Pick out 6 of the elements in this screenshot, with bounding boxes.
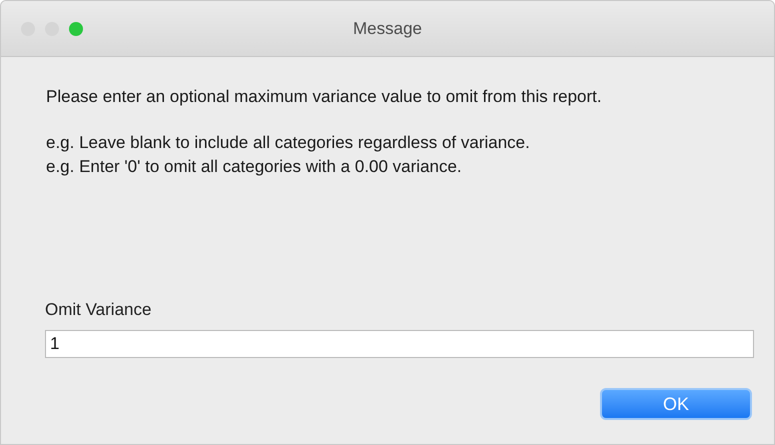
field-label: Omit Variance (45, 298, 152, 320)
window-control-icon[interactable] (69, 22, 83, 36)
message-text: Please enter an optional maximum variance value to omit from this report. (46, 86, 603, 108)
window-title: Message (353, 18, 422, 40)
input-field[interactable]: 1 (45, 330, 754, 358)
message-text: e.g. Leave blank to include all categories regardless of variance. e.g. Enter '0' to omit all categories with a 0.00 variance. (46, 132, 531, 178)
